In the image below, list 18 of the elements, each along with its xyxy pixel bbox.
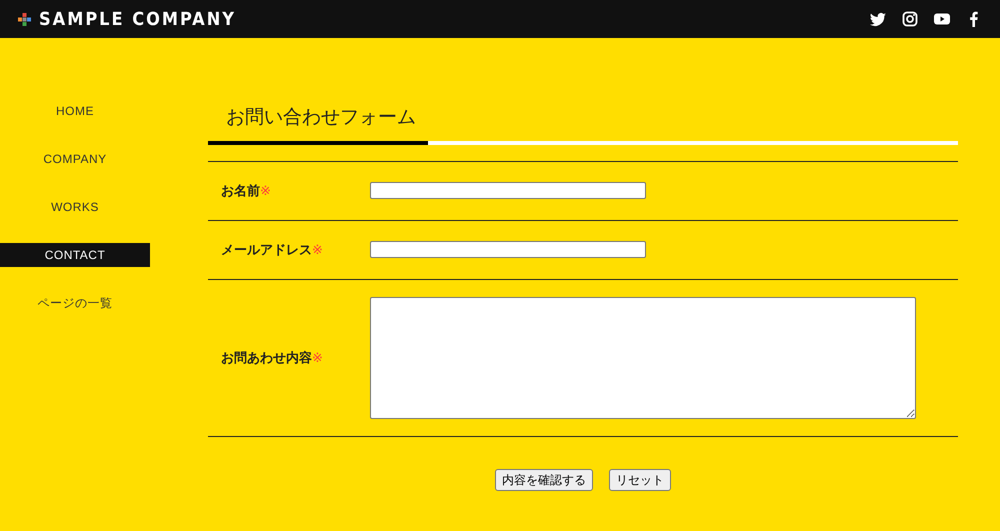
- play-button-icon[interactable]: [934, 11, 950, 27]
- form-title: お問い合わせフォーム: [225, 106, 416, 130]
- nav-link[interactable]: WORKS: [0, 195, 150, 219]
- field-label: お名前※: [220, 182, 272, 200]
- field-label: お問あわせ内容※: [220, 348, 324, 367]
- text-input[interactable]: [370, 241, 646, 258]
- nav-link[interactable]: ページの一覧: [0, 291, 150, 315]
- text-input[interactable]: [370, 182, 646, 199]
- confirm-button[interactable]: 内容を確認する: [495, 468, 593, 490]
- reset-button[interactable]: リセット: [609, 468, 671, 490]
- nav-link[interactable]: COMPANY: [0, 147, 150, 171]
- nav-link[interactable]: HOME: [0, 99, 150, 123]
- field-label: メールアドレス※: [220, 240, 324, 259]
- logo-icon: [18, 12, 31, 26]
- instagram-camera-icon[interactable]: [902, 11, 918, 27]
- nav-link[interactable]: CONTACT: [0, 243, 150, 267]
- logo-text[interactable]: SAMPLE COMPANY: [39, 6, 236, 32]
- twitter-bird-icon[interactable]: [870, 11, 886, 27]
